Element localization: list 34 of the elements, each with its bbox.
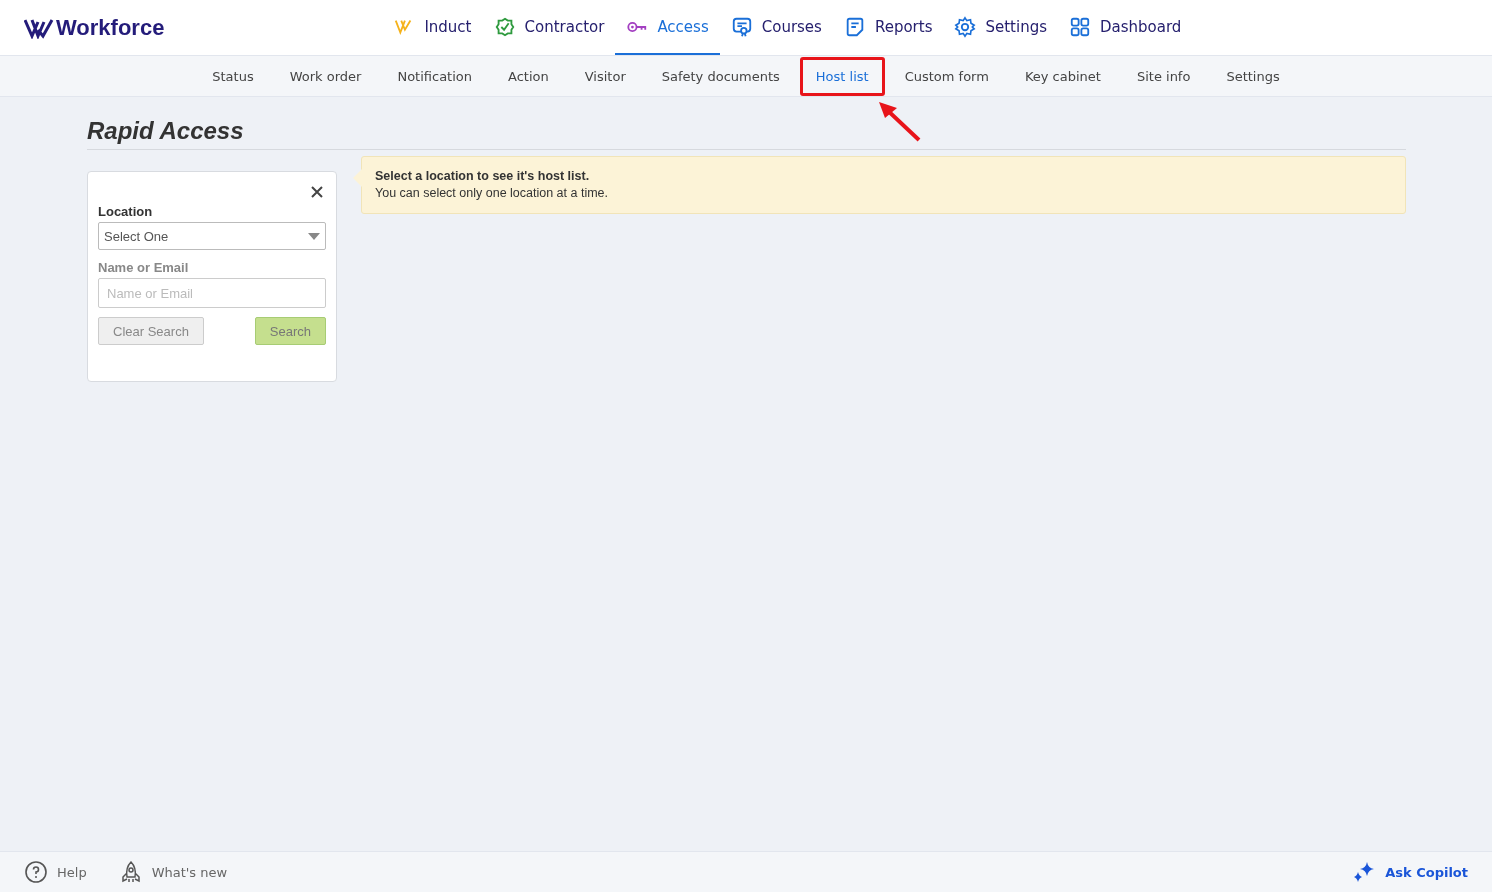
settings-icon — [954, 15, 977, 38]
whats-new-link[interactable]: What's new — [118, 860, 228, 884]
sub-tab[interactable]: Settings — [1210, 56, 1296, 96]
notice-title: Select a location to see it's host list. — [375, 169, 591, 183]
nav-tab[interactable]: Dashboard — [1058, 0, 1193, 55]
grid-icon — [1069, 15, 1091, 38]
sub-tab[interactable]: Status — [196, 56, 270, 96]
badge-check-icon — [493, 15, 516, 38]
sub-tab[interactable]: Key cabinet — [1008, 56, 1117, 96]
sub-tab[interactable]: Work order — [273, 56, 378, 96]
nav-tab[interactable]: Courses — [719, 0, 833, 55]
page-title: Rapid Access — [87, 117, 1406, 150]
nav-tab[interactable]: Contractor — [482, 0, 616, 55]
certificate-icon — [730, 15, 753, 38]
close-icon[interactable] — [311, 186, 323, 198]
sub-tab[interactable]: Site info — [1120, 56, 1207, 96]
sub-tab[interactable]: Action — [492, 56, 565, 96]
ask-copilot-button[interactable]: Ask Copilot — [1352, 860, 1468, 884]
sub-tab[interactable]: Safety documents — [645, 56, 796, 96]
sub-tab[interactable]: Custom form — [888, 56, 1005, 96]
help-link[interactable]: Help — [24, 860, 87, 884]
name-email-input[interactable]: Name or Email — [98, 278, 326, 308]
sub-tab[interactable]: Notification — [381, 56, 488, 96]
help-icon — [24, 860, 48, 884]
field-label: Location — [98, 204, 154, 219]
nav-tab[interactable]: Settings — [943, 0, 1058, 55]
brand-name: Workforce — [56, 14, 165, 41]
nav-tab[interactable]: Reports — [832, 0, 944, 55]
caret-icon — [308, 232, 320, 240]
sub-tab[interactable]: Visitor — [568, 56, 642, 96]
field-label: Name or Email — [98, 260, 190, 275]
location-dropdown[interactable]: Select One — [98, 222, 326, 250]
notice-text: You can select only one location at a time. — [375, 186, 610, 200]
nav-tab[interactable]: Induct — [382, 0, 483, 55]
